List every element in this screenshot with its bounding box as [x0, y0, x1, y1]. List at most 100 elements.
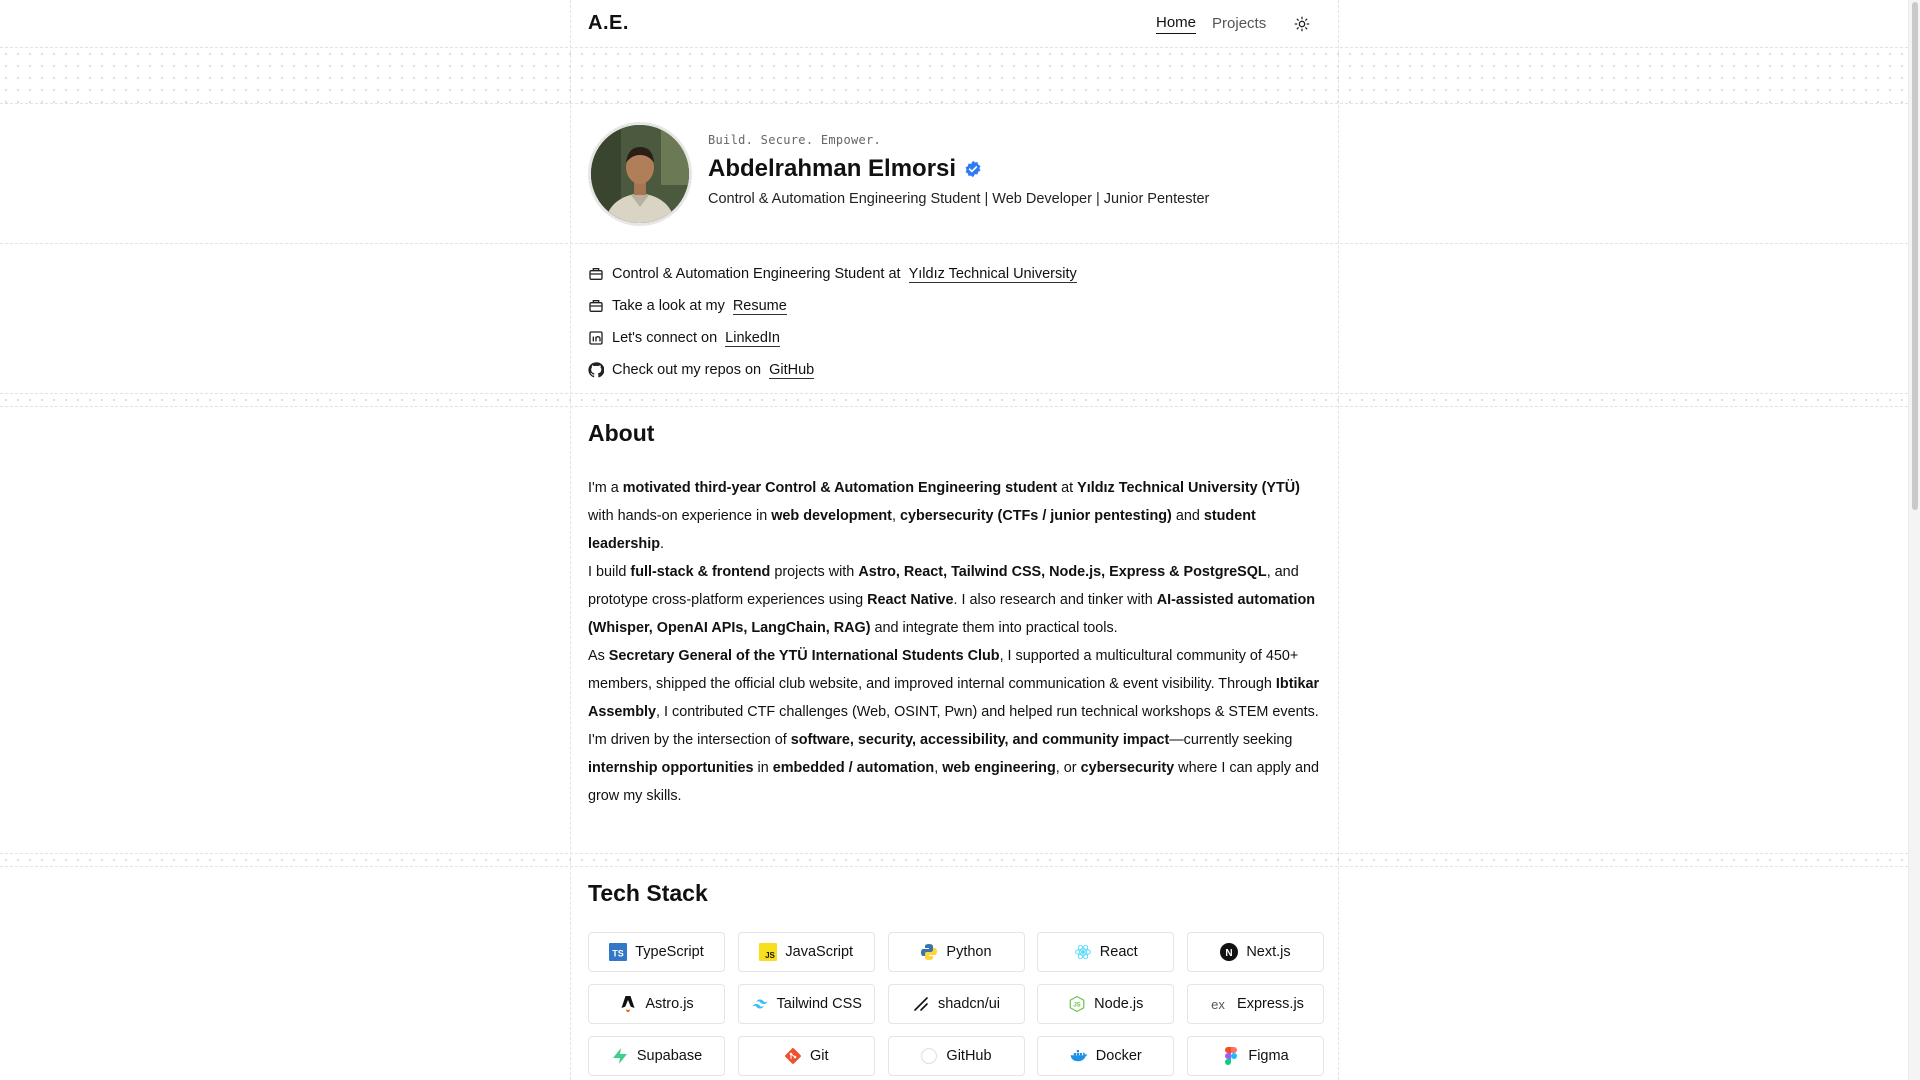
- tech-chip-docker[interactable]: Docker: [1037, 1036, 1175, 1076]
- figma-icon: [1222, 1047, 1240, 1065]
- divider: [0, 103, 1908, 104]
- tech-chip-javascript[interactable]: JS JavaScript: [737, 932, 875, 972]
- tech-label: Astro.js: [645, 996, 694, 1012]
- linkedin-icon: [588, 330, 604, 346]
- name-row: Abdelrahman Elmorsi: [708, 155, 982, 183]
- column-guide-left: [570, 0, 571, 1080]
- tech-chip-nodejs[interactable]: JS Node.js: [1037, 984, 1175, 1024]
- about-text: I build: [588, 564, 631, 580]
- briefcase-icon: [588, 266, 604, 282]
- verified-badge-icon: [965, 160, 981, 178]
- astro-icon: [619, 995, 637, 1013]
- tech-chip-github[interactable]: GitHub: [887, 1036, 1025, 1076]
- about-text: , or: [1055, 760, 1081, 776]
- info-text: Check out my repos on: [612, 362, 762, 378]
- about-emphasis: web development: [771, 508, 892, 524]
- tech-chip-supabase[interactable]: Supabase: [588, 1036, 725, 1076]
- svg-text:N: N: [1226, 948, 1233, 959]
- resume-link[interactable]: Resume: [732, 298, 787, 315]
- dot-band: [0, 854, 1908, 866]
- page-scrollbar[interactable]: [1908, 0, 1920, 1080]
- about-emphasis: Astro, React, Tailwind CSS, Node.js, Exp…: [858, 564, 1267, 580]
- column-guide-right: [1338, 0, 1339, 1080]
- tech-label: Figma: [1248, 1048, 1289, 1064]
- sun-icon: [1294, 16, 1310, 32]
- tech-chip-python[interactable]: Python: [887, 932, 1025, 972]
- about-text: projects with: [770, 564, 859, 580]
- divider: [0, 406, 1908, 407]
- svg-text:JS: JS: [765, 951, 775, 960]
- nav-home[interactable]: Home: [1156, 14, 1197, 34]
- nextjs-icon: N: [1220, 943, 1239, 961]
- profile-subtitle: Control & Automation Engineering Student…: [708, 191, 1210, 207]
- divider: [0, 243, 1908, 244]
- tech-chip-typescript[interactable]: TS TypeScript: [588, 932, 725, 972]
- tagline: Build. Secure. Empower.: [708, 133, 882, 147]
- tech-chip-react[interactable]: React: [1037, 932, 1175, 972]
- info-row-university: Control & Automation Engineering Student…: [588, 258, 1077, 290]
- about-text: . I also research and tinker with: [953, 592, 1157, 608]
- divider: [0, 866, 1908, 867]
- about-text: at: [1057, 480, 1078, 496]
- tech-chip-express[interactable]: ex Express.js: [1187, 984, 1324, 1024]
- university-link[interactable]: Yıldız Technical University: [908, 266, 1077, 283]
- tech-stack-heading: Tech Stack: [588, 880, 708, 906]
- about-paragraph: As Secretary General of the YTÜ Internat…: [588, 642, 1326, 726]
- about-text: , I contributed CTF challenges (Web, OSI…: [656, 704, 1319, 720]
- about-text: As: [588, 648, 609, 664]
- about-emphasis: Yıldız Technical University (YTÜ): [1077, 480, 1300, 496]
- tech-label: Express.js: [1237, 996, 1304, 1012]
- about-emphasis: cybersecurity: [1080, 760, 1175, 776]
- about-paragraph: I build full-stack & frontend projects w…: [588, 558, 1326, 642]
- about-heading: About: [588, 420, 655, 446]
- python-icon: [920, 943, 938, 961]
- about-emphasis: React Native: [867, 592, 954, 608]
- about-text: —currently seeking: [1169, 732, 1293, 748]
- about-text: ,: [891, 508, 900, 524]
- github-icon: [920, 1047, 938, 1065]
- about-paragraph: I'm a motivated third-year Control & Aut…: [588, 474, 1326, 558]
- express-icon: ex: [1207, 995, 1229, 1013]
- info-row-github: Check out my repos on GitHub: [588, 354, 1077, 386]
- info-row-linkedin: Let's connect on LinkedIn: [588, 322, 1077, 354]
- tech-chip-astro[interactable]: Astro.js: [588, 984, 725, 1024]
- profile-name: Abdelrahman Elmorsi: [708, 155, 957, 182]
- theme-toggle-button[interactable]: [1292, 14, 1312, 34]
- supabase-icon: [611, 1047, 629, 1065]
- briefcase-icon: [588, 298, 604, 314]
- brand-logo[interactable]: A.E.: [588, 12, 629, 35]
- tech-label: GitHub: [946, 1048, 992, 1064]
- about-emphasis: full-stack & frontend: [630, 564, 771, 580]
- about-text: .: [659, 536, 664, 552]
- tech-chip-shadcn[interactable]: shadcn/ui: [887, 984, 1025, 1024]
- typescript-icon: TS: [609, 943, 628, 961]
- about-emphasis: web engineering: [942, 760, 1056, 776]
- about-text: in: [753, 760, 773, 776]
- tech-label: Node.js: [1094, 996, 1144, 1012]
- about-emphasis: cybersecurity (CTFs / junior pentesting): [899, 508, 1172, 524]
- docker-icon: [1070, 1047, 1088, 1065]
- svg-text:TS: TS: [612, 949, 624, 959]
- about-text: and integrate them into practical tools.: [870, 620, 1118, 636]
- tech-chip-figma[interactable]: Figma: [1187, 1036, 1324, 1076]
- nav-projects[interactable]: Projects: [1212, 15, 1266, 34]
- about-text: I'm driven by the intersection of: [588, 732, 791, 748]
- svg-text:ex: ex: [1211, 997, 1225, 1012]
- git-icon: [784, 1047, 802, 1065]
- info-text: Let's connect on: [612, 330, 718, 346]
- tech-label: Git: [809, 1048, 829, 1064]
- linkedin-link[interactable]: LinkedIn: [725, 330, 780, 347]
- about-text: I'm a: [588, 480, 623, 496]
- about-emphasis: motivated third-year Control & Automatio…: [622, 480, 1058, 496]
- github-link[interactable]: GitHub: [769, 362, 815, 379]
- tech-label: React: [1099, 944, 1138, 960]
- about-emphasis: software, security, accessibility, and c…: [790, 732, 1170, 748]
- tech-chip-nextjs[interactable]: N Next.js: [1187, 932, 1324, 972]
- tech-chip-tailwind[interactable]: Tailwind CSS: [737, 984, 875, 1024]
- react-icon: [1074, 943, 1092, 961]
- about-text: and: [1171, 508, 1204, 524]
- tech-label: Tailwind CSS: [776, 996, 862, 1012]
- tech-chip-git[interactable]: Git: [737, 1036, 875, 1076]
- scrollbar-thumb[interactable]: [1912, 2, 1918, 510]
- about-body: I'm a motivated third-year Control & Aut…: [588, 474, 1326, 810]
